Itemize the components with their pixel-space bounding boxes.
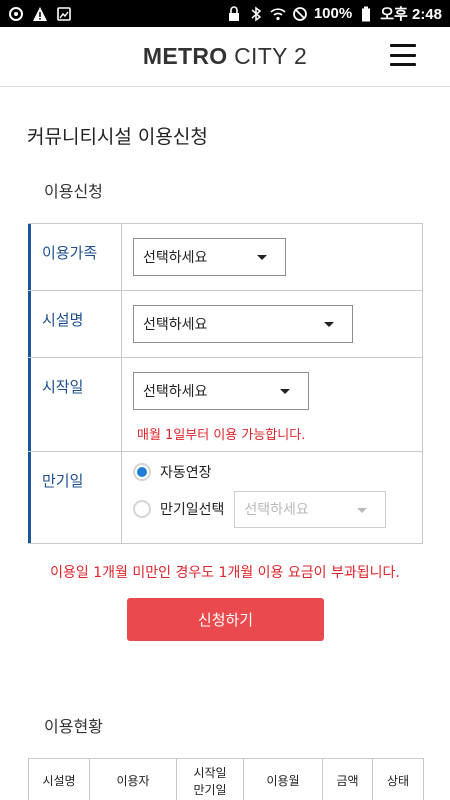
facility-select-value: 선택하세요 [143,317,208,333]
start-date-select-value: 선택하세요 [143,384,208,400]
page-title: 커뮤니티시설 이용신청 [27,126,208,148]
radio-select-end-row: 만기일선택 선택하세요 [133,490,422,528]
usage-table: 시설명 이용자 시작일 만기일 이용월 금액 상태 [28,758,424,800]
col-status: 상태 [372,758,424,800]
wifi-icon [270,6,286,22]
gallery-icon [56,6,72,22]
logo-light: CITY 2 [227,43,308,69]
chevron-down-icon [324,322,334,327]
do-not-disturb-icon [292,6,308,22]
lock-icon [226,5,242,22]
battery-icon [358,6,374,22]
sync-icon [8,6,24,22]
start-date-select[interactable]: 선택하세요 [133,372,309,410]
end-date-select[interactable]: 선택하세요 [234,490,387,528]
end-date-select-value: 선택하세요 [244,502,309,518]
row-family: 이용가족 선택하세요 [28,224,422,291]
radio-auto-renew-row: 자동연장 [133,459,422,485]
clock: 오후 2:48 [380,6,442,23]
usage-table-header: 시설명 이용자 시작일 만기일 이용월 금액 상태 [28,758,424,800]
chevron-down-icon [280,389,290,394]
section-title-application: 이용신청 [44,182,103,201]
label-end-date: 만기일 [28,452,122,543]
family-select-value: 선택하세요 [143,250,208,266]
row-start-date: 시작일 선택하세요 매월 1일부터 이용 가능합니다. [28,358,422,452]
radio-select-end-date[interactable] [133,500,151,518]
label-family: 이용가족 [28,224,122,290]
label-start-date: 시작일 [28,358,122,451]
bluetooth-icon [248,6,264,22]
app-header: METRO CITY 2 [0,27,450,87]
battery-percent: 100% [313,5,353,22]
col-amount: 금액 [322,758,373,800]
facility-select[interactable]: 선택하세요 [133,305,353,343]
application-form: 이용가족 선택하세요 시설명 선택하세요 시작일 선택하세요 매월 1일부터 이… [28,223,423,544]
logo-bold: METRO [142,43,228,69]
col-facility: 시설명 [28,758,90,800]
col-dates: 시작일 만기일 [176,758,244,800]
apply-button[interactable]: 신청하기 [127,598,324,641]
row-facility: 시설명 선택하세요 [28,291,422,358]
label-facility: 시설명 [28,291,122,357]
chevron-down-icon [257,255,267,260]
status-bar: 100% 오후 2:48 [0,0,450,27]
logo[interactable]: METRO CITY 2 [143,43,307,70]
fee-warning: 이용일 1개월 미만인 경우도 1개월 이용 요금이 부과됩니다. [50,565,400,581]
start-date-note: 매월 1일부터 이용 가능합니다. [137,428,306,443]
radio-select-end-label[interactable]: 만기일선택 [160,499,224,519]
radio-auto-renew[interactable] [133,463,151,481]
radio-auto-renew-label[interactable]: 자동연장 [160,462,212,482]
col-month: 이용월 [243,758,323,800]
warning-icon [32,6,48,22]
family-select[interactable]: 선택하세요 [133,238,286,276]
row-end-date: 만기일 자동연장 만기일선택 선택하세요 [28,452,422,544]
section-title-usage: 이용현황 [44,717,103,736]
hamburger-menu-icon[interactable] [390,44,416,66]
chevron-down-icon [357,507,368,513]
col-user: 이용자 [89,758,177,800]
